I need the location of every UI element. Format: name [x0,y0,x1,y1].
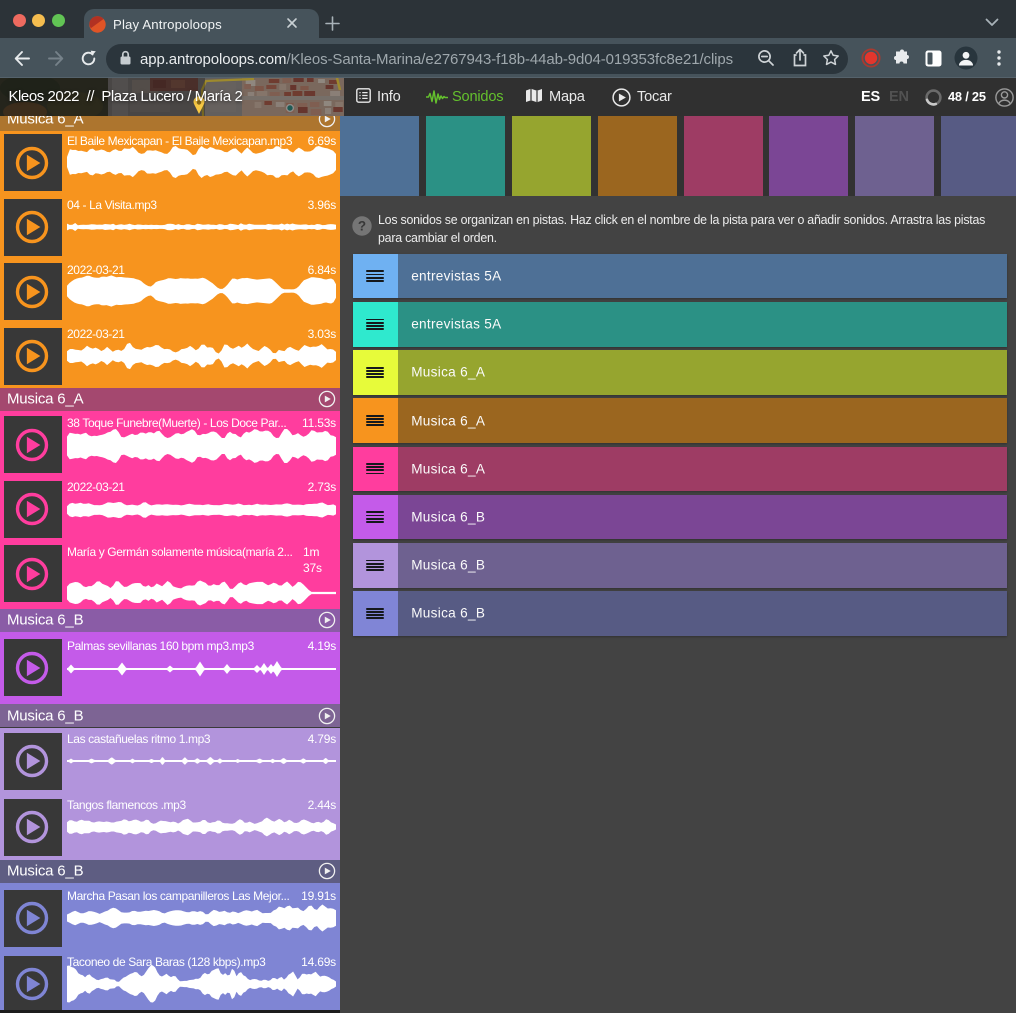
svg-text:?: ? [358,218,366,233]
